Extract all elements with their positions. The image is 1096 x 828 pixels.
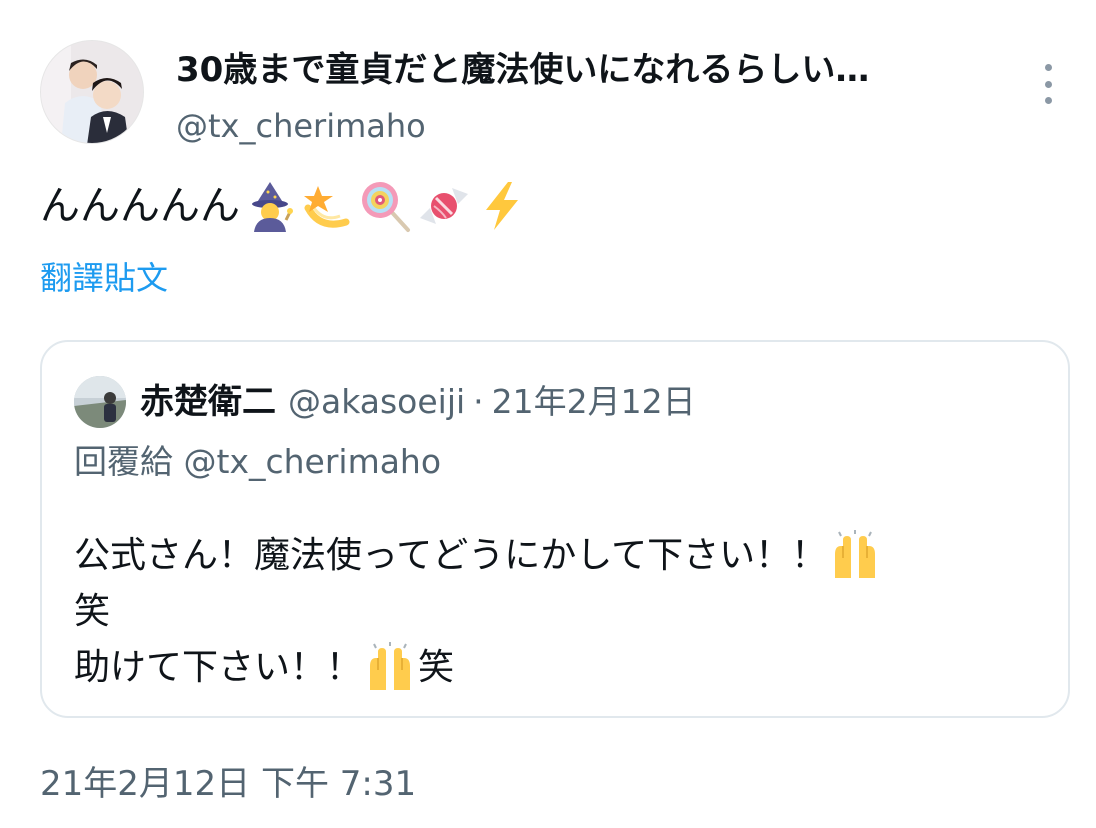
candy-emoji	[416, 178, 472, 234]
tweet: 30歳まで童貞だと魔法使いになれるらしい… @tx_cherimaho んんんん…	[0, 0, 1096, 828]
dizzy-emoji	[300, 178, 356, 234]
quoted-tweet-header: 赤楚衛二 @akasoeiji · 21年2月12日	[74, 376, 696, 428]
quoted-author-name[interactable]: 赤楚衛二	[140, 378, 276, 426]
quoted-tweet-date[interactable]: 21年2月12日	[492, 378, 696, 426]
author-names: 30歳まで童貞だと魔法使いになれるらしい… @tx_cherimaho	[176, 46, 996, 150]
tweet-timestamp[interactable]: 21年2月12日 下午 7:31	[40, 760, 416, 808]
quoted-line-text: 笑	[418, 647, 455, 688]
translate-post-link[interactable]: 翻譯貼文	[40, 256, 168, 300]
reply-mention[interactable]: @tx_cherimaho	[184, 442, 442, 481]
quoted-line-text: 公式さん！魔法使ってどうにかして下さい！！	[74, 535, 828, 576]
quoted-line: 公式さん！魔法使ってどうにかして下さい！！	[74, 528, 1034, 584]
author-display-name[interactable]: 30歳まで童貞だと魔法使いになれるらしい…	[176, 46, 996, 94]
quoted-tweet[interactable]: 赤楚衛二 @akasoeiji · 21年2月12日 回覆給 @tx_cheri…	[40, 340, 1070, 718]
dot	[1044, 80, 1052, 88]
raising-hands-emoji	[364, 642, 416, 694]
lollipop-emoji	[358, 178, 414, 234]
reply-prefix: 回覆給	[74, 442, 173, 481]
raising-hands-emoji	[829, 530, 881, 582]
dot	[1044, 64, 1052, 71]
tweet-text-content: んんんんん	[40, 183, 240, 229]
quoted-author-handle[interactable]: @akasoeiji	[288, 378, 465, 426]
tweet-header: 30歳まで童貞だと魔法使いになれるらしい… @tx_cherimaho	[40, 40, 1060, 150]
separator-dot: ·	[473, 382, 484, 421]
dot	[1044, 97, 1052, 104]
author-handle[interactable]: @tx_cherimaho	[176, 102, 996, 150]
reply-context: 回覆給 @tx_cherimaho	[74, 438, 441, 486]
tweet-text: んんんんん	[40, 178, 530, 234]
avatar[interactable]	[74, 376, 126, 428]
lightning-emoji	[474, 178, 530, 234]
quoted-line-text: 助けて下さい！！	[74, 647, 363, 688]
quoted-tweet-text: 公式さん！魔法使ってどうにかして下さい！！ 笑 助けて下さい！！ 笑	[74, 528, 1034, 696]
more-vertical-icon[interactable]	[1036, 64, 1060, 104]
quoted-line: 笑	[74, 584, 1034, 640]
quoted-line: 助けて下さい！！ 笑	[74, 640, 1034, 696]
quoted-line-text: 笑	[74, 591, 111, 632]
mage-emoji	[242, 178, 298, 234]
avatar[interactable]	[40, 40, 144, 144]
